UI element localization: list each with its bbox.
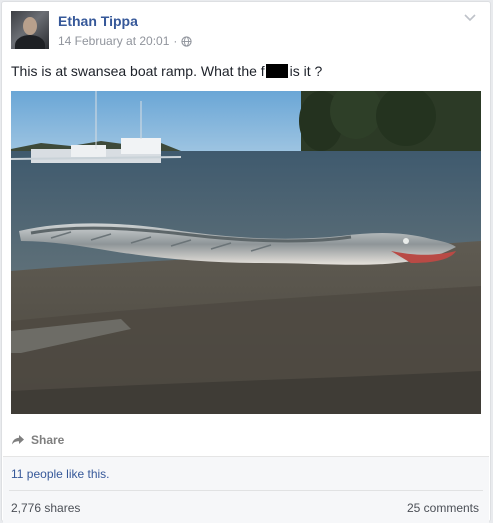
post-meta: 14 February at 20:01 · [58,34,193,48]
share-label: Share [31,433,65,447]
avatar-head [23,17,37,35]
meta-separator: · [173,34,178,48]
chevron-down-icon[interactable] [464,14,476,22]
comments-count[interactable]: 25 comments [407,501,479,515]
avatar-shoulders [15,35,45,49]
globe-icon [181,35,193,47]
author-name[interactable]: Ethan Tippa [58,13,138,29]
eel-photo [11,91,481,414]
post-card: Ethan Tippa 14 February at 20:01 · This … [1,1,491,523]
shares-count[interactable]: 2,776 shares [11,501,80,515]
divider [9,490,483,491]
engagement-bar: 11 people like this. 2,776 shares 25 com… [3,457,489,523]
post-text: This is at swansea boat ramp. What the f… [11,63,322,79]
post-timestamp[interactable]: 14 February at 20:01 [58,34,169,48]
share-button[interactable]: Share [11,433,64,447]
post-text-start: This is at swansea boat ramp. What the f [11,63,265,79]
post-text-end: is it ? [289,63,323,79]
avatar[interactable] [11,11,49,49]
likes-count[interactable]: 11 people like this. [11,467,110,481]
post-photo[interactable] [11,91,481,414]
redaction-block [265,64,288,78]
share-arrow-icon [12,435,24,445]
